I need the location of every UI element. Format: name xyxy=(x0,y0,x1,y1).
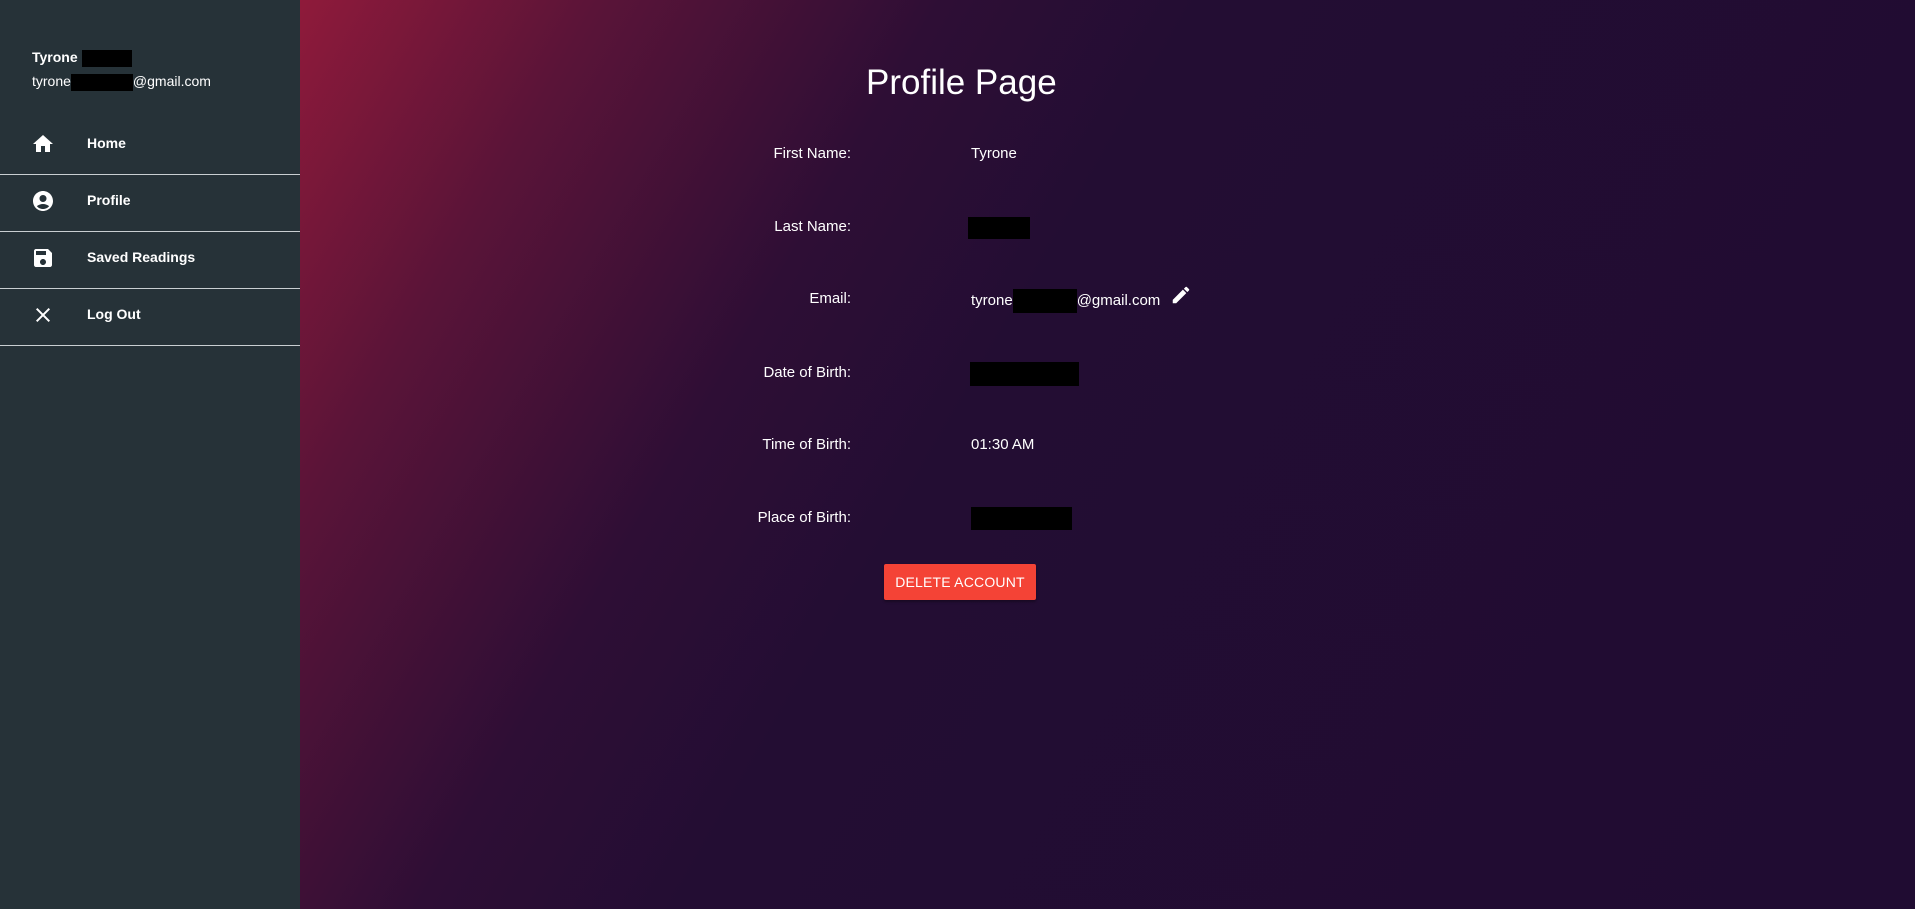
sidebar-item-label: Profile xyxy=(87,192,131,208)
user-name: Tyrone xyxy=(32,48,211,67)
redacted-last-name xyxy=(81,49,132,67)
user-first-name: Tyrone xyxy=(32,49,78,65)
home-icon xyxy=(31,132,55,156)
pob-value xyxy=(971,507,1072,530)
user-email-prefix: tyrone xyxy=(32,73,71,89)
email-value-prefix: tyrone xyxy=(971,291,1013,309)
user-email-suffix: @gmail.com xyxy=(132,73,211,89)
sidebar-item-profile[interactable]: Profile xyxy=(0,175,300,232)
edit-email-icon[interactable] xyxy=(1170,284,1192,306)
user-email: tyrone @gmail.com xyxy=(32,72,211,91)
tob-label: Time of Birth: xyxy=(762,436,851,453)
delete-account-button[interactable]: DELETE ACCOUNT xyxy=(884,564,1036,600)
email-value-suffix: @gmail.com xyxy=(1076,291,1161,309)
redacted-last-name-value xyxy=(968,217,1030,239)
save-icon xyxy=(31,246,55,270)
sidebar-item-log-out[interactable]: Log Out xyxy=(0,289,300,346)
tob-value: 01:30 AM xyxy=(971,436,1035,453)
main-content: Profile Page First Name: Tyrone Last Nam… xyxy=(300,0,1915,909)
redacted-email-part xyxy=(70,73,133,91)
dob-label: Date of Birth: xyxy=(763,364,851,381)
sidebar-item-label: Home xyxy=(87,135,126,151)
pob-label: Place of Birth: xyxy=(757,509,851,526)
email-label: Email: xyxy=(809,290,851,307)
first-name-label: First Name: xyxy=(773,145,851,162)
sidebar-nav: Home Profile Saved Readings Log Out xyxy=(0,118,300,346)
sidebar-item-label: Saved Readings xyxy=(87,249,196,265)
last-name-label: Last Name: xyxy=(774,218,851,235)
close-icon xyxy=(31,303,55,327)
sidebar-item-label: Log Out xyxy=(87,306,141,322)
redacted-dob-value xyxy=(970,362,1079,386)
account-circle-icon xyxy=(31,189,55,213)
redacted-email-value xyxy=(1012,289,1077,313)
dob-value xyxy=(970,362,1079,386)
redacted-pob-value xyxy=(971,507,1072,530)
email-value: tyrone @gmail.com xyxy=(971,289,1160,313)
sidebar-item-saved-readings[interactable]: Saved Readings xyxy=(0,232,300,289)
page-title: Profile Page xyxy=(866,63,1057,102)
sidebar-item-home[interactable]: Home xyxy=(0,118,300,175)
sidebar: Tyrone tyrone @gmail.com Home Profile Sav… xyxy=(0,0,300,909)
user-info: Tyrone tyrone @gmail.com xyxy=(32,48,211,91)
last-name-value xyxy=(968,217,1030,239)
first-name-value: Tyrone xyxy=(971,145,1017,162)
